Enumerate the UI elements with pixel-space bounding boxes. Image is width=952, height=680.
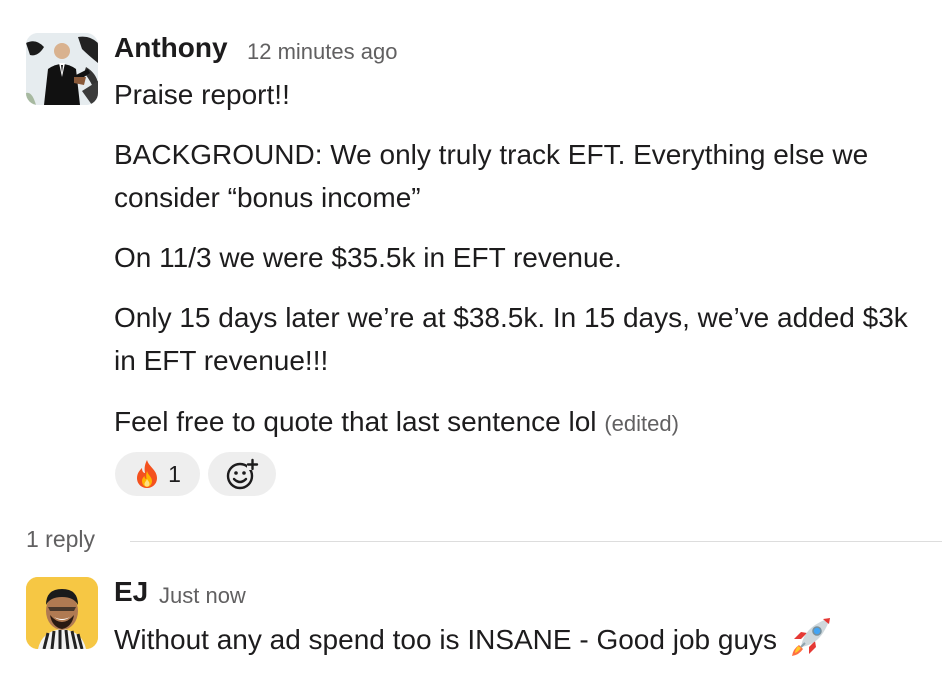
message-line: consider “bonus income” [114, 182, 421, 213]
thread-view: Anthony 12 minutes ago Praise report!! B… [0, 0, 952, 680]
message-line: BACKGROUND: We only truly track EFT. Eve… [114, 139, 869, 170]
rocket-emoji-icon [791, 618, 830, 656]
avatar-ej[interactable] [26, 577, 98, 649]
message-timestamp[interactable]: 12 minutes ago [247, 39, 397, 65]
avatar-anthony-image [26, 33, 98, 105]
reply-count[interactable]: 1 reply [26, 526, 95, 553]
reply-text: Without any ad spend too is INSANE - Goo… [114, 624, 778, 655]
reply-timestamp[interactable]: Just now [159, 583, 246, 609]
message-line: Praise report!! [114, 79, 290, 110]
message-line: Only 15 days later we’re at $38.5k. In 1… [114, 302, 908, 333]
message-line-text: Feel free to quote that last sentence lo… [114, 406, 597, 437]
reply-message: Without any ad spend too is INSANE - Goo… [114, 615, 833, 662]
fire-emoji-icon [137, 460, 158, 488]
edited-label: (edited) [604, 411, 679, 436]
add-reaction-icon [226, 458, 259, 490]
author-name-anthony[interactable]: Anthony [114, 32, 228, 64]
reaction-count: 1 [168, 460, 181, 487]
message-line: On 11/3 we were $35.5k in EFT revenue. [114, 242, 622, 273]
reaction-fire[interactable]: 1 [115, 452, 200, 496]
divider [130, 541, 942, 542]
message-line-last: Feel free to quote that last sentence lo… [114, 400, 679, 446]
avatar-anthony[interactable] [26, 33, 98, 105]
avatar-ej-image [26, 577, 98, 649]
author-name-ej[interactable]: EJ [114, 576, 148, 608]
message-line: in EFT revenue!!! [114, 345, 329, 376]
add-reaction-button[interactable] [208, 452, 276, 496]
